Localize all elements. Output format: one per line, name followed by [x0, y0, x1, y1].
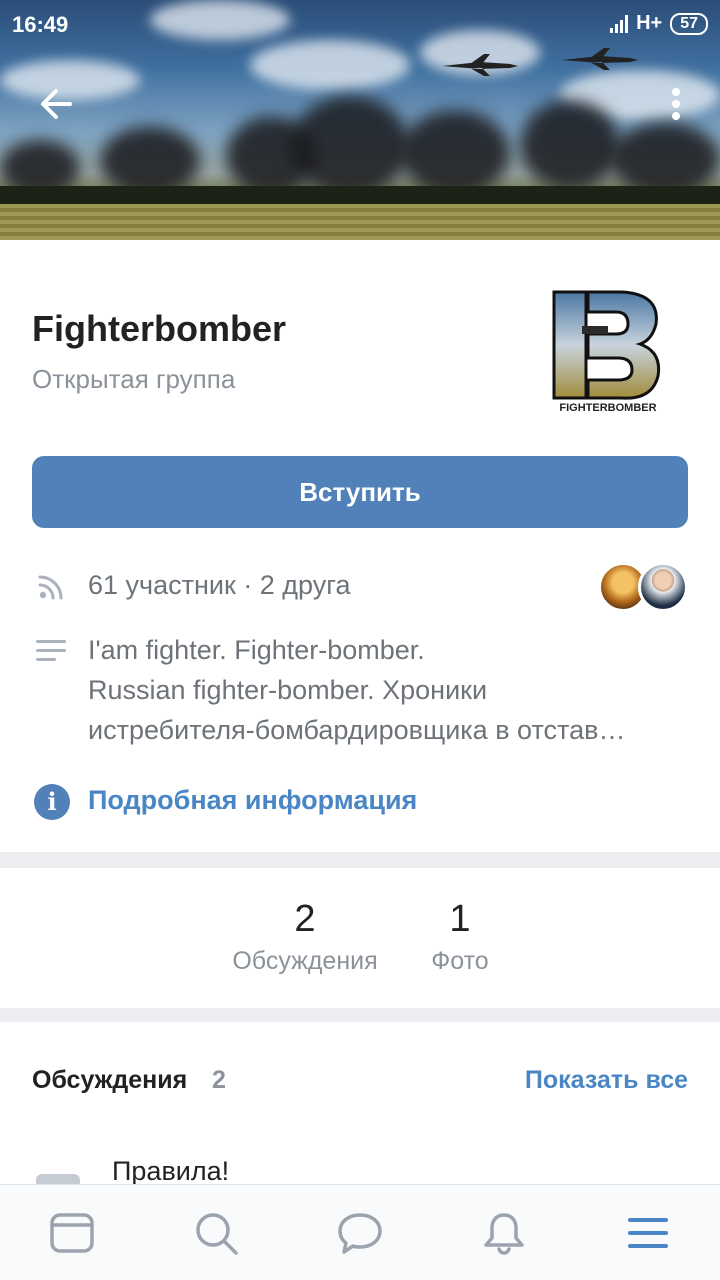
members-count: 61 участник · 2 друга: [88, 570, 351, 600]
members-row[interactable]: 61 участник · 2 друга: [0, 560, 720, 616]
nav-search[interactable]: [192, 1209, 240, 1257]
news-feed-icon: [50, 1213, 94, 1253]
counter-label: Фото: [431, 947, 489, 975]
group-header-card: Fighterbomber Открытая группа FIGHTERBOM…: [0, 240, 720, 852]
counter-label: Обсуждения: [232, 947, 378, 975]
show-all-link[interactable]: Показать все: [525, 1066, 688, 1095]
status-indicators: H+ 57: [610, 12, 708, 35]
nav-notifications[interactable]: [480, 1209, 528, 1257]
menu-icon: [628, 1218, 668, 1248]
discussions-title: Обсуждения: [32, 1066, 188, 1094]
battery-icon: 57: [670, 12, 708, 35]
search-icon: [196, 1213, 238, 1255]
discussions-count: 2: [212, 1066, 226, 1094]
nav-menu[interactable]: [624, 1209, 672, 1257]
members-feed-icon: [38, 575, 63, 600]
counter-value: 1: [449, 898, 471, 940]
join-button[interactable]: Вступить: [32, 456, 688, 528]
group-logo[interactable]: FIGHTERBOMBER: [552, 290, 664, 414]
counter-photos[interactable]: 1 Фото: [424, 868, 496, 976]
status-bar: 16:49 H+ 57: [0, 0, 720, 48]
friends-avatars[interactable]: [598, 562, 690, 612]
counters-card: 2 Обсуждения 1 Фото: [0, 868, 720, 1008]
counter-value: 2: [294, 898, 316, 940]
more-options-icon[interactable]: [664, 84, 688, 124]
nav-news[interactable]: [48, 1209, 96, 1257]
nav-messages[interactable]: [336, 1209, 384, 1257]
bottom-navigation: [0, 1184, 720, 1280]
description-line: I'am fighter. Fighter-bomber.: [88, 635, 425, 665]
description-icon: [36, 640, 66, 661]
group-description[interactable]: I'am fighter. Fighter-bomber. Russian fi…: [88, 630, 692, 750]
messages-icon: [338, 1213, 382, 1254]
info-icon: i: [34, 784, 70, 820]
description-line: Russian fighter-bomber. Хроники: [88, 675, 488, 705]
group-type: Открытая группа: [32, 364, 236, 394]
jet-icon: [442, 54, 518, 76]
status-time: 16:49: [12, 12, 69, 37]
counter-discussions[interactable]: 2 Обсуждения: [226, 868, 384, 976]
network-type: H+: [636, 12, 663, 34]
group-name: Fighterbomber: [32, 308, 287, 349]
jet-icon: [562, 48, 638, 70]
discussion-topic-title[interactable]: Правила!: [112, 1156, 229, 1187]
logo-text: FIGHTERBOMBER: [559, 402, 656, 414]
back-arrow-icon[interactable]: [36, 84, 76, 124]
signal-icon: [610, 14, 629, 33]
notifications-icon: [484, 1213, 524, 1255]
description-line: истребителя-бомбардировщика в отстав…: [88, 715, 626, 745]
more-info-link[interactable]: Подробная информация: [88, 785, 417, 816]
avatar: [638, 562, 688, 612]
